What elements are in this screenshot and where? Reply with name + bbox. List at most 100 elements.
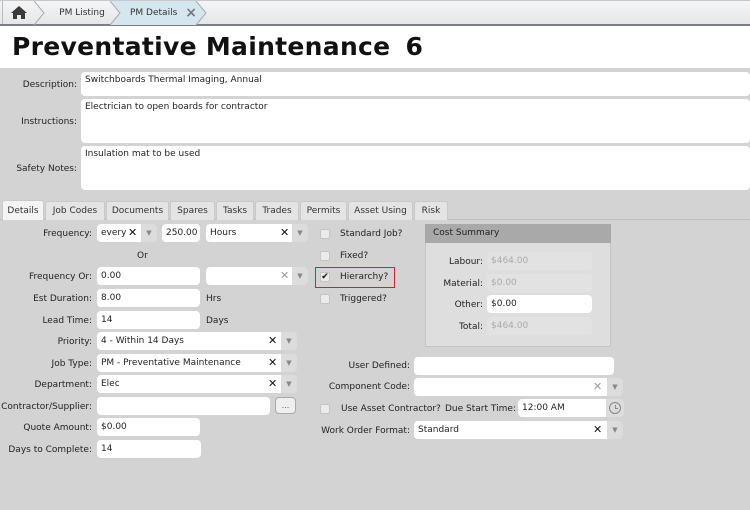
- other-value: $0.00: [491, 299, 517, 309]
- quote-amount-value: $0.00: [101, 422, 127, 432]
- user-defined-label: User Defined:: [348, 361, 411, 371]
- description-field[interactable]: Switchboards Thermal Imaging, Annual: [81, 72, 750, 96]
- hierarchy-label: Hierarchy?: [340, 272, 389, 282]
- page-title-text: Preventative Maintenance: [12, 32, 391, 61]
- quote-amount-label: Quote Amount:: [23, 423, 92, 433]
- job-type-value: PM - Preventative Maintenance: [101, 358, 241, 368]
- close-tab-icon[interactable]: ×: [185, 5, 197, 21]
- chevron-down-icon: ▼: [297, 229, 303, 237]
- priority-select[interactable]: 4 - Within 14 Days: [97, 332, 281, 350]
- frequency-unit-dropdown[interactable]: ▼: [292, 224, 308, 242]
- job-type-label: Job Type:: [51, 359, 92, 369]
- cost-summary-title: Cost Summary: [425, 224, 611, 243]
- lead-time-suffix: Days: [206, 316, 229, 326]
- page-title: Preventative Maintenance 6: [12, 32, 423, 61]
- breadcrumb-home[interactable]: [2, 1, 34, 24]
- home-icon: [10, 6, 27, 19]
- hierarchy-checkbox[interactable]: ✔: [320, 272, 330, 282]
- est-duration-suffix: Hrs: [206, 294, 222, 304]
- total-field: $464.00: [487, 317, 592, 335]
- breadcrumb-separator: [34, 1, 45, 25]
- frequency-or-field[interactable]: 0.00: [97, 267, 200, 285]
- clear-icon[interactable]: ✕: [268, 377, 277, 390]
- frequency-or-value: 0.00: [101, 271, 122, 281]
- frequency-value: 250.00: [166, 228, 198, 238]
- labour-label: Labour:: [448, 257, 483, 267]
- other-field[interactable]: $0.00: [487, 295, 592, 313]
- fixed-label: Fixed?: [340, 251, 369, 261]
- labour-value: $464.00: [491, 256, 529, 266]
- clear-icon[interactable]: ✕: [280, 269, 289, 282]
- clear-icon[interactable]: ✕: [280, 226, 289, 239]
- chevron-down-icon: ▼: [612, 426, 618, 434]
- due-start-time-value: 12:00 AM: [522, 403, 565, 413]
- department-dropdown[interactable]: ▼: [281, 375, 297, 393]
- tab-asset-using[interactable]: Asset Using: [348, 201, 413, 220]
- triggered-label: Triggered?: [340, 294, 387, 304]
- component-code-dropdown[interactable]: ▼: [607, 378, 623, 396]
- chevron-down-icon: ▼: [297, 272, 303, 280]
- priority-label: Priority:: [57, 337, 92, 347]
- department-select[interactable]: Elec: [97, 375, 281, 393]
- priority-dropdown[interactable]: ▼: [281, 332, 297, 350]
- days-to-complete-label: Days to Complete:: [8, 445, 92, 455]
- standard-job-checkbox[interactable]: [320, 229, 330, 239]
- clear-icon[interactable]: ✕: [593, 380, 602, 393]
- est-duration-field[interactable]: 8.00: [97, 289, 200, 307]
- instructions-field[interactable]: Electrician to open boards for contracto…: [81, 99, 750, 143]
- work-order-format-dropdown[interactable]: ▼: [607, 421, 623, 439]
- contractor-lookup-button[interactable]: ...: [275, 397, 296, 414]
- clear-icon[interactable]: ✕: [128, 226, 137, 239]
- department-value: Elec: [101, 379, 120, 389]
- quote-amount-field[interactable]: $0.00: [97, 418, 200, 436]
- tab-documents[interactable]: Documents: [106, 201, 169, 220]
- lead-time-field[interactable]: 14: [97, 311, 200, 329]
- tab-trades[interactable]: Trades: [255, 201, 299, 220]
- fixed-checkbox[interactable]: [320, 251, 330, 261]
- work-order-format-select[interactable]: Standard: [414, 421, 607, 439]
- job-type-dropdown[interactable]: ▼: [281, 354, 297, 372]
- est-duration-label: Est Duration:: [33, 294, 92, 304]
- tab-job-codes[interactable]: Job Codes: [45, 201, 105, 220]
- tab-spares[interactable]: Spares: [170, 201, 215, 220]
- chevron-down-icon: ▼: [286, 380, 292, 388]
- or-label: Or: [137, 251, 148, 261]
- chevron-down-icon: ▼: [286, 337, 292, 345]
- tab-permits[interactable]: Permits: [300, 201, 347, 220]
- due-start-time-label: Due Start Time:: [445, 404, 516, 414]
- clear-icon[interactable]: ✕: [268, 334, 277, 347]
- instructions-label: Instructions:: [21, 117, 77, 127]
- lead-time-label: Lead Time:: [42, 316, 92, 326]
- frequency-or-unit-dropdown[interactable]: ▼: [292, 267, 308, 285]
- breadcrumb-pm-listing[interactable]: PM Listing: [46, 1, 118, 24]
- tab-details[interactable]: Details: [2, 200, 44, 220]
- frequency-mode-value: every: [101, 228, 127, 238]
- clock-icon: [609, 402, 621, 414]
- component-code-select[interactable]: [414, 378, 607, 396]
- safety-notes-label: Safety Notes:: [16, 164, 77, 174]
- description-label: Description:: [22, 80, 77, 90]
- frequency-unit-value: Hours: [210, 228, 237, 238]
- tab-tasks[interactable]: Tasks: [216, 201, 254, 220]
- clear-icon[interactable]: ✕: [268, 356, 277, 369]
- days-to-complete-field[interactable]: 14: [97, 440, 201, 458]
- due-start-time-field[interactable]: 12:00 AM: [518, 399, 606, 417]
- frequency-or-label: Frequency Or:: [28, 272, 92, 282]
- est-duration-value: 8.00: [101, 293, 122, 303]
- triggered-checkbox[interactable]: [320, 294, 330, 304]
- clear-icon[interactable]: ✕: [593, 423, 602, 436]
- lead-time-value: 14: [101, 315, 113, 325]
- work-order-format-value: Standard: [418, 425, 459, 435]
- frequency-value-field[interactable]: 250.00: [162, 224, 200, 242]
- breadcrumb-label: PM Listing: [59, 7, 105, 18]
- frequency-mode-dropdown[interactable]: ▼: [141, 224, 157, 242]
- chevron-down-icon: ▼: [612, 383, 618, 391]
- user-defined-field[interactable]: [414, 357, 614, 375]
- breadcrumb-pm-details[interactable]: PM Details ×: [122, 1, 206, 24]
- page-title-number: 6: [405, 32, 424, 61]
- contractor-field[interactable]: [97, 397, 270, 415]
- safety-notes-field[interactable]: Insulation mat to be used: [81, 146, 750, 190]
- job-type-select[interactable]: PM - Preventative Maintenance: [97, 354, 281, 372]
- use-asset-contractor-checkbox[interactable]: [320, 404, 330, 414]
- tab-risk[interactable]: Risk: [414, 201, 448, 220]
